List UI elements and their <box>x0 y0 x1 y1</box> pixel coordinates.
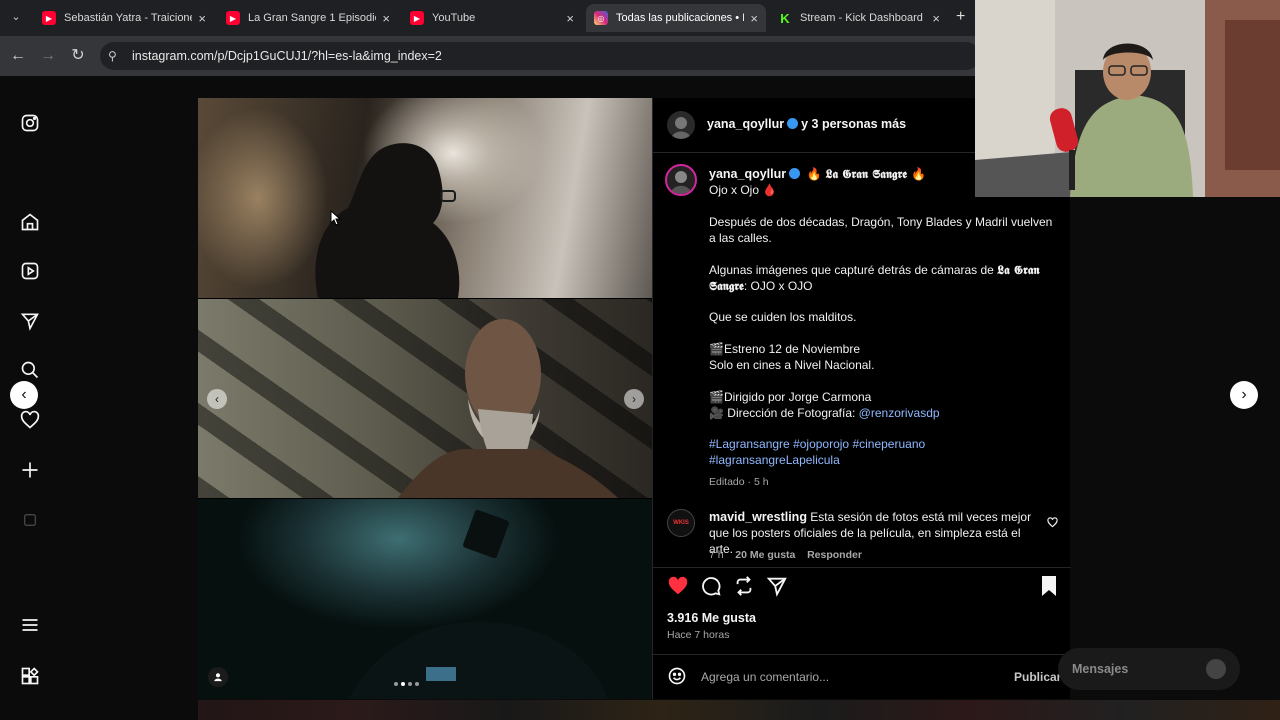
youtube-icon: ▶ <box>226 11 240 25</box>
create-icon[interactable] <box>18 458 42 482</box>
tab-youtube-traicionera[interactable]: ▶ Sebastián Yatra - Traicionera × <box>34 4 214 32</box>
author-avatar[interactable] <box>667 111 695 139</box>
caption-paragraph-2: Algunas imágenes que capturé detrás de c… <box>709 262 1054 294</box>
forward-button[interactable]: → <box>38 46 58 66</box>
kick-icon: K <box>780 10 790 26</box>
close-icon[interactable]: × <box>382 11 390 26</box>
close-icon[interactable]: × <box>750 11 758 26</box>
tab-title: Sebastián Yatra - Traicionera <box>64 12 193 24</box>
caption-release-date: 🎬Estreno 12 de Noviembre <box>709 342 861 356</box>
caption-paragraph-1: Después de dos décadas, Dragón, Tony Bla… <box>709 215 1053 245</box>
carousel-next-button[interactable]: › <box>624 389 644 409</box>
caption-p2-suffix: : OJO x OJO <box>743 279 813 293</box>
input-separator <box>653 654 1071 655</box>
back-button[interactable]: ← <box>8 46 28 66</box>
heart-icon[interactable] <box>18 408 42 432</box>
caption-photography: 🎥 Dirección de Fotografía: @renzorivasdp <box>709 405 940 421</box>
youtube-icon: ▶ <box>410 11 424 25</box>
commenter-avatar[interactable]: WKIS <box>667 509 695 537</box>
caption-photography-label: 🎥 Dirección de Fotografía: <box>709 406 859 420</box>
tab-youtube[interactable]: ▶ YouTube × <box>402 4 582 32</box>
caption-release-note: Solo en cines a Nivel Nacional. <box>709 358 875 372</box>
tab-title: Stream - Kick Dashboard <box>800 12 923 24</box>
publish-button[interactable]: Publicar <box>1014 670 1061 684</box>
carousel-prev-button[interactable]: ‹ <box>207 389 227 409</box>
tab-instagram[interactable]: ◎ Todas las publicaciones • Ins × <box>586 4 766 32</box>
caption-header: yana_qoyllur 🔥 𝕷𝖆 𝕲𝖗𝖆𝖓 𝕾𝖆𝖓𝖌𝖗𝖊 🔥 <box>709 166 926 182</box>
caption-meta: Editado · 5 h <box>709 476 769 488</box>
carousel-dots <box>394 682 419 686</box>
post-header: yana_qoyllur y 3 personas más <box>707 117 906 131</box>
messages-button[interactable]: Mensajes <box>1058 648 1240 690</box>
tab-youtube-gran-sangre[interactable]: ▶ La Gran Sangre 1 Episodio 1 × <box>218 4 398 32</box>
close-icon[interactable]: × <box>566 11 574 26</box>
tab-search-button[interactable]: ⌄ <box>8 10 24 26</box>
more-apps-icon[interactable] <box>18 664 42 688</box>
reply-button[interactable]: Responder <box>807 549 862 561</box>
close-icon[interactable]: × <box>198 11 206 26</box>
caption-paragraph-3: Que se cuiden los malditos. <box>709 310 857 324</box>
comment-likes[interactable]: 20 Me gusta <box>735 549 795 561</box>
menu-icon[interactable] <box>18 613 42 637</box>
collab-text[interactable]: y 3 personas más <box>801 117 906 131</box>
comment-button[interactable] <box>700 575 722 602</box>
share-button[interactable] <box>766 575 788 602</box>
tab-title: YouTube <box>432 12 476 24</box>
tab-title: La Gran Sangre 1 Episodio 1 <box>248 12 377 24</box>
photo-man-backlit <box>198 98 652 298</box>
caption-avatar[interactable] <box>665 164 697 196</box>
search-icon[interactable] <box>18 358 42 382</box>
home-icon[interactable] <box>18 210 42 234</box>
hashtags-line-1[interactable]: #Lagransangre #ojoporojo #cineperuano <box>709 436 925 452</box>
mention-link[interactable]: @renzorivasdp <box>859 406 940 420</box>
reload-button[interactable]: ↻ <box>68 46 88 66</box>
messages-label: Mensajes <box>1072 662 1129 676</box>
message-avatar <box>1206 659 1226 679</box>
tab-kick-dashboard[interactable]: K Stream - Kick Dashboard × <box>770 4 948 32</box>
like-button[interactable] <box>667 575 689 602</box>
mouse-cursor-icon <box>330 210 342 226</box>
new-tab-button[interactable]: + <box>956 8 965 26</box>
comment-meta: 7 h 20 Me gusta Responder <box>709 547 862 563</box>
next-post-button[interactable]: › <box>1230 381 1258 409</box>
close-icon[interactable]: × <box>932 11 940 26</box>
site-info-icon[interactable]: ⚲ <box>108 49 117 63</box>
caption-title: 🔥 𝕷𝖆 𝕲𝖗𝖆𝖓 𝕾𝖆𝖓𝖌𝖗𝖊 🔥 <box>806 167 927 181</box>
post-image-carousel[interactable]: ‹ › <box>198 98 652 699</box>
caption-director: 🎬Dirigido por Jorge Carmona <box>709 390 872 404</box>
caption-username[interactable]: yana_qoyllur <box>709 167 786 181</box>
likes-count[interactable]: 3.916 Me gusta <box>667 611 756 625</box>
previous-post-button[interactable]: ‹ <box>10 381 38 409</box>
instagram-icon: ◎ <box>594 11 608 25</box>
url-text: instagram.com/p/Dcjp1GuCUJ1/?hl=es-la&im… <box>132 49 442 63</box>
tab-title: Todas las publicaciones • Ins <box>616 12 745 24</box>
background-thumbnails-strip <box>198 700 1280 720</box>
send-icon[interactable] <box>18 309 42 333</box>
caption-subtitle: Ojo x Ojo 🩸 <box>709 183 778 197</box>
hashtags-line-2[interactable]: #lagransangreLapelicula <box>709 452 840 468</box>
repost-button[interactable] <box>733 575 755 602</box>
url-input[interactable]: instagram.com/p/Dcjp1GuCUJ1/?hl=es-la&im… <box>100 42 980 70</box>
commenter-username[interactable]: mavid_wrestling <box>709 510 807 524</box>
webcam-overlay <box>975 0 1280 197</box>
verified-badge-icon <box>789 168 801 179</box>
actions-separator <box>653 567 1071 568</box>
post-time-ago: Hace 7 horas <box>667 629 730 641</box>
comment-like-icon[interactable] <box>1047 515 1058 533</box>
photo-bearded-man <box>198 299 652 498</box>
emoji-icon[interactable] <box>667 666 687 691</box>
save-button[interactable] <box>1039 575 1059 602</box>
comment-time: 7 h <box>709 549 724 561</box>
tagged-users-icon[interactable] <box>208 667 228 687</box>
caption-p2-prefix: Algunas imágenes que capturé detrás de c… <box>709 263 994 277</box>
photo-camera-rig <box>198 499 652 699</box>
author-username[interactable]: yana_qoyllur <box>707 117 784 131</box>
reels-icon[interactable] <box>18 259 42 283</box>
instagram-logo-icon[interactable] <box>18 111 42 135</box>
profile-icon[interactable] <box>18 508 42 532</box>
comment-input[interactable]: Agrega un comentario... <box>701 670 991 684</box>
commenter-avatar-text: WKIS <box>673 520 689 526</box>
youtube-icon: ▶ <box>42 11 56 25</box>
verified-badge-icon <box>787 118 799 129</box>
